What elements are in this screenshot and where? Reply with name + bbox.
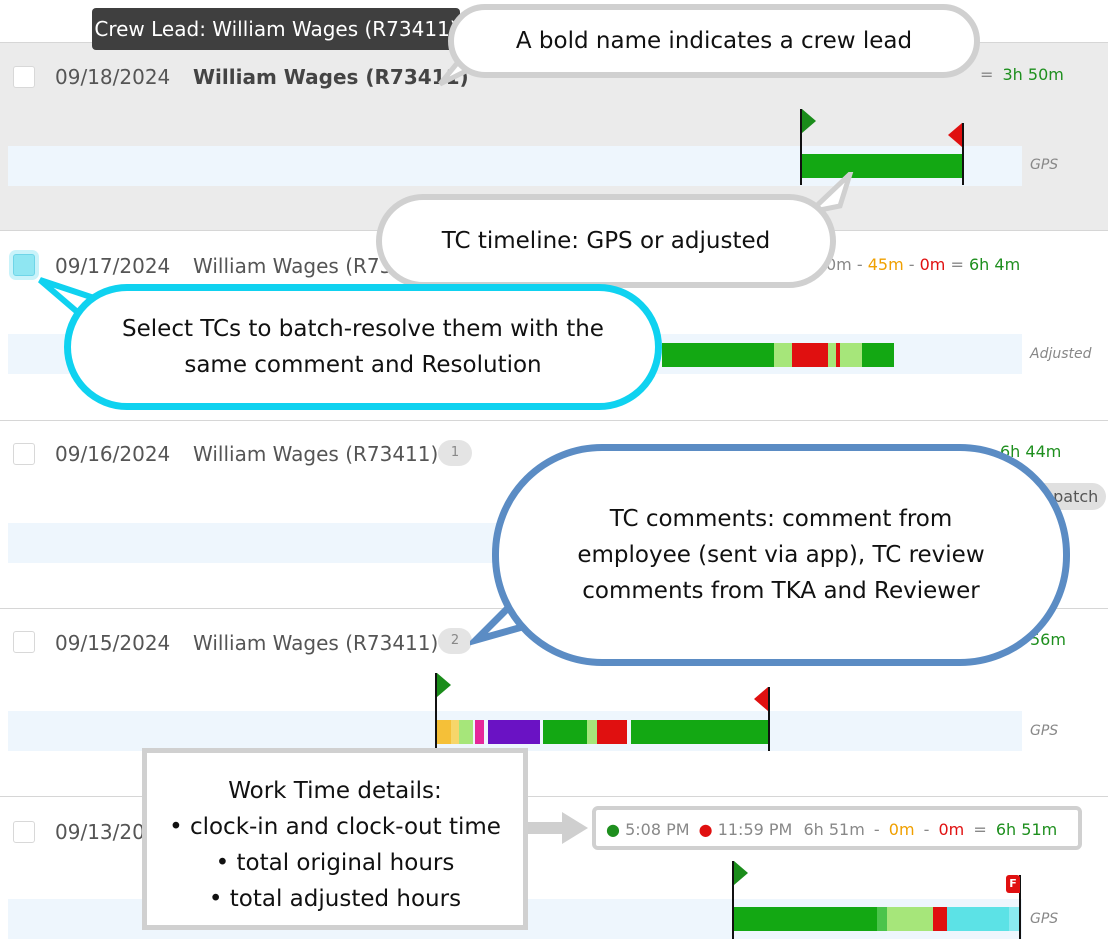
timeline-segment-ok xyxy=(734,907,877,931)
timeline-source-label: GPS xyxy=(1030,157,1059,173)
row-date: 09/17/2024 xyxy=(55,254,171,278)
adjust-orange: 0m xyxy=(888,820,915,839)
clock-out-time: 11:59 PM xyxy=(717,820,793,839)
clock-out-flag-icon xyxy=(948,123,962,147)
row-date: 09/15/2024 xyxy=(55,631,171,655)
timeline-segment-purple xyxy=(488,720,540,744)
row-checkbox[interactable] xyxy=(13,631,35,653)
clock-out-dot-icon: ● xyxy=(698,820,713,839)
clock-in-flag-icon xyxy=(802,109,816,133)
timeline-segment-ok xyxy=(662,343,774,367)
clock-in-flag-icon xyxy=(734,861,748,885)
timeline-segment-light xyxy=(887,907,933,931)
callout-bold-name: A bold name indicates a crew lead xyxy=(448,4,980,78)
row-date: 09/16/2024 xyxy=(55,442,171,466)
timeline-segment-light xyxy=(459,720,473,744)
timeline-segment-ok xyxy=(631,720,768,744)
timeline-segment-cyan xyxy=(947,907,1009,931)
callout-timeline: TC timeline: GPS or adjusted xyxy=(376,194,836,288)
timeline-source-label: GPS xyxy=(1030,723,1059,739)
row-checkbox[interactable] xyxy=(13,821,35,843)
callout-select: Select TCs to batch-resolve them with th… xyxy=(64,284,662,410)
clock-in-flag-icon xyxy=(437,673,451,697)
row-date: 09/18/2024 xyxy=(55,65,171,89)
clock-in-time: 5:08 PM xyxy=(625,820,690,839)
work-summary: 0m - 45m - 0m = 6h 4m xyxy=(826,255,1021,274)
timeline-segment-ok xyxy=(543,720,587,744)
timeline-segment-magenta xyxy=(475,720,484,744)
adjusted-hours: 6h 51m xyxy=(995,820,1058,839)
timeline-source-label: Adjusted xyxy=(1030,346,1092,362)
timeline-segment-ok xyxy=(862,343,894,367)
timeline-segment-light xyxy=(774,343,792,367)
timeline-segment-ok xyxy=(877,907,887,931)
adjust-red: 0m xyxy=(938,820,965,839)
comment-count-icon[interactable]: 2 xyxy=(438,628,472,654)
timeline-segment-warn xyxy=(437,720,451,744)
pointer-arrow-icon xyxy=(528,812,588,844)
flag-marker-icon: F xyxy=(1006,875,1020,893)
crew-lead-name[interactable]: William Wages (R73411) xyxy=(193,65,469,89)
timeline-segment-cyan xyxy=(1009,907,1019,931)
callout-work-time: Work Time details: • clock-in and clock-… xyxy=(142,748,528,930)
employee-name[interactable]: William Wages (R73411) xyxy=(193,442,438,466)
timeline-segment-error xyxy=(597,720,627,744)
clock-in-dot-icon: ● xyxy=(606,820,620,839)
work-summary: = 3h 50m xyxy=(980,65,1064,84)
crew-lead-tooltip: Crew Lead: William Wages (R73411) xyxy=(92,8,460,50)
timeline-segment-warn xyxy=(451,720,459,744)
work-time-details: ● 5:08 PM ● 11:59 PM 6h 51m - 0m - 0m = … xyxy=(592,806,1082,850)
timeline-end-line xyxy=(768,687,770,751)
row-checkbox[interactable] xyxy=(13,254,35,276)
timeline-source-label: GPS xyxy=(1030,911,1059,927)
timeline-segment-light xyxy=(587,720,597,744)
timeline-segment-error xyxy=(792,343,828,367)
employee-name[interactable]: William Wages (R73411) xyxy=(193,631,438,655)
clock-out-flag-icon xyxy=(754,687,768,711)
timeline-segment-light xyxy=(840,343,862,367)
timeline-segment-error xyxy=(933,907,947,931)
timeline-end-line xyxy=(962,123,964,185)
row-checkbox[interactable] xyxy=(13,443,35,465)
timeline-segment-light xyxy=(828,343,836,367)
callout-comments: TC comments: comment from employee (sent… xyxy=(492,444,1070,666)
row-checkbox[interactable] xyxy=(13,66,35,88)
original-hours: 6h 51m xyxy=(803,820,865,839)
comment-count-icon[interactable]: 1 xyxy=(438,440,472,466)
